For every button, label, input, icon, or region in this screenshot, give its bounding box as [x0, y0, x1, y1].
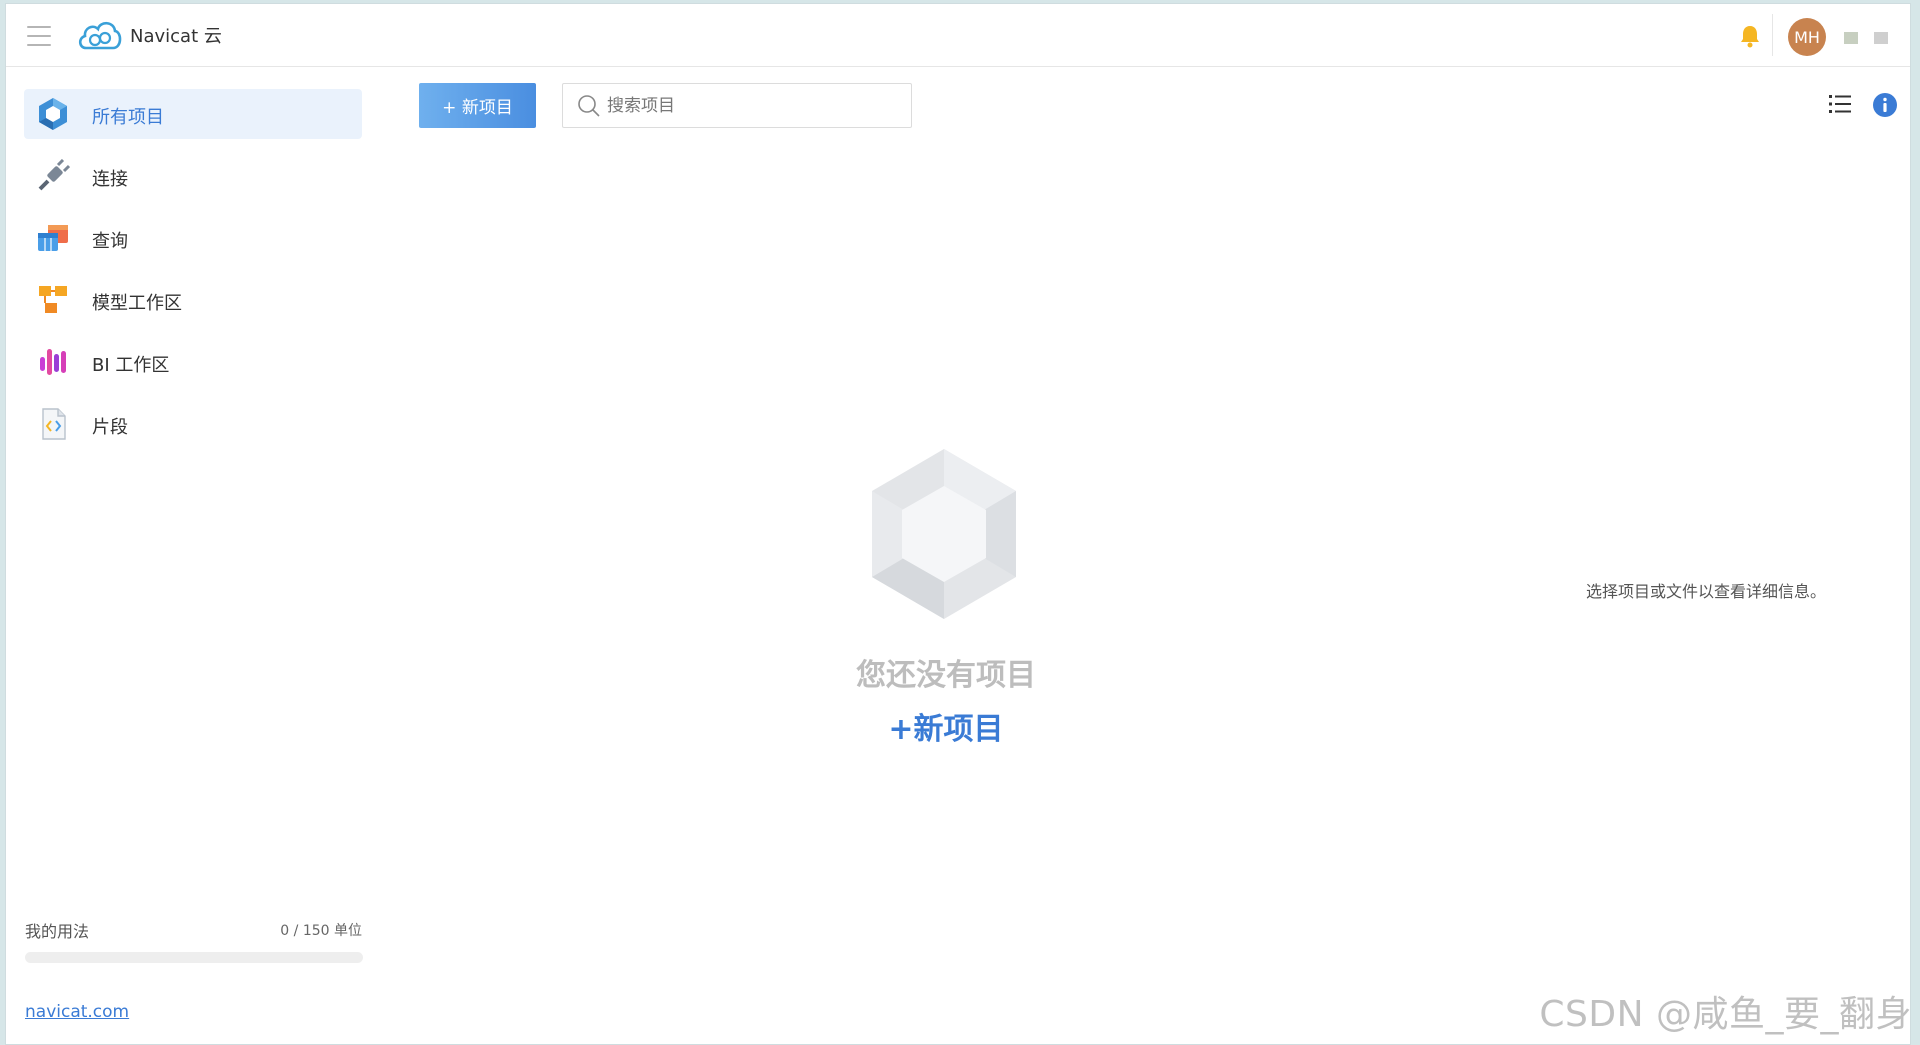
sidebar-item-label: 所有项目	[92, 107, 164, 128]
top-bar: Navicat 云 MH	[6, 4, 1910, 67]
sidebar-item-label: 查询	[92, 231, 128, 252]
navicat-site-link[interactable]: navicat.com	[25, 1002, 129, 1022]
sidebar-item-label: 模型工作区	[92, 293, 182, 314]
notification-bell-icon[interactable]	[1739, 24, 1761, 48]
empty-state-new-project-link[interactable]: +新项目	[796, 704, 1096, 748]
sidebar-item-label: 片段	[92, 417, 128, 438]
sidebar: 所有项目 连接 查询 模型工作区 BI 工作区 片段 我的用法 0 / 150 …	[6, 68, 376, 1045]
brand: Navicat 云	[76, 16, 222, 54]
connection-plug-icon	[38, 159, 70, 191]
sidebar-item-queries[interactable]: 查询	[24, 213, 362, 263]
restore-square-icon[interactable]	[1874, 32, 1888, 44]
usage-label: 我的用法	[25, 922, 90, 941]
empty-state-title: 您还没有项目	[856, 658, 1036, 693]
query-table-icon	[38, 225, 68, 251]
header-divider	[1772, 14, 1773, 56]
usage-count: 0 / 150 单位	[280, 923, 362, 939]
search-input[interactable]	[607, 92, 897, 120]
app-window: Navicat 云 MH 所有项目 连接 查询 模型工作区 BI 工作区 片段 …	[5, 3, 1911, 1045]
list-view-icon[interactable]	[1828, 92, 1852, 116]
snippet-file-icon	[42, 408, 66, 440]
sidebar-item-label: BI 工作区	[92, 355, 170, 376]
empty-projects-logo-icon	[872, 449, 1016, 619]
search-box	[562, 83, 912, 128]
watermark: CSDN @咸鱼_要_翻身	[1539, 994, 1912, 1035]
new-project-button[interactable]: + 新项目	[419, 83, 536, 128]
bi-workspace-icon	[40, 349, 66, 375]
sidebar-item-connections[interactable]: 连接	[24, 151, 362, 201]
sidebar-item-label: 连接	[92, 169, 128, 190]
brand-name: Navicat 云	[130, 26, 222, 47]
sidebar-item-all-projects[interactable]: 所有项目	[24, 89, 362, 139]
avatar[interactable]: MH	[1788, 18, 1826, 56]
search-icon	[578, 95, 600, 117]
sidebar-item-bi-workspace[interactable]: BI 工作区	[24, 337, 362, 387]
menu-icon[interactable]	[27, 26, 51, 46]
all-projects-icon	[39, 98, 67, 130]
navicat-cloud-logo-icon	[78, 21, 122, 50]
sidebar-item-model-workspace[interactable]: 模型工作区	[24, 275, 362, 325]
sidebar-item-snippets[interactable]: 片段	[24, 399, 362, 449]
model-workspace-icon	[39, 286, 67, 313]
info-icon[interactable]	[1872, 92, 1898, 118]
minimize-square-icon[interactable]	[1844, 32, 1858, 44]
details-hint: 选择项目或文件以查看详细信息。	[1585, 582, 1826, 601]
usage-progress-bar	[25, 952, 363, 963]
